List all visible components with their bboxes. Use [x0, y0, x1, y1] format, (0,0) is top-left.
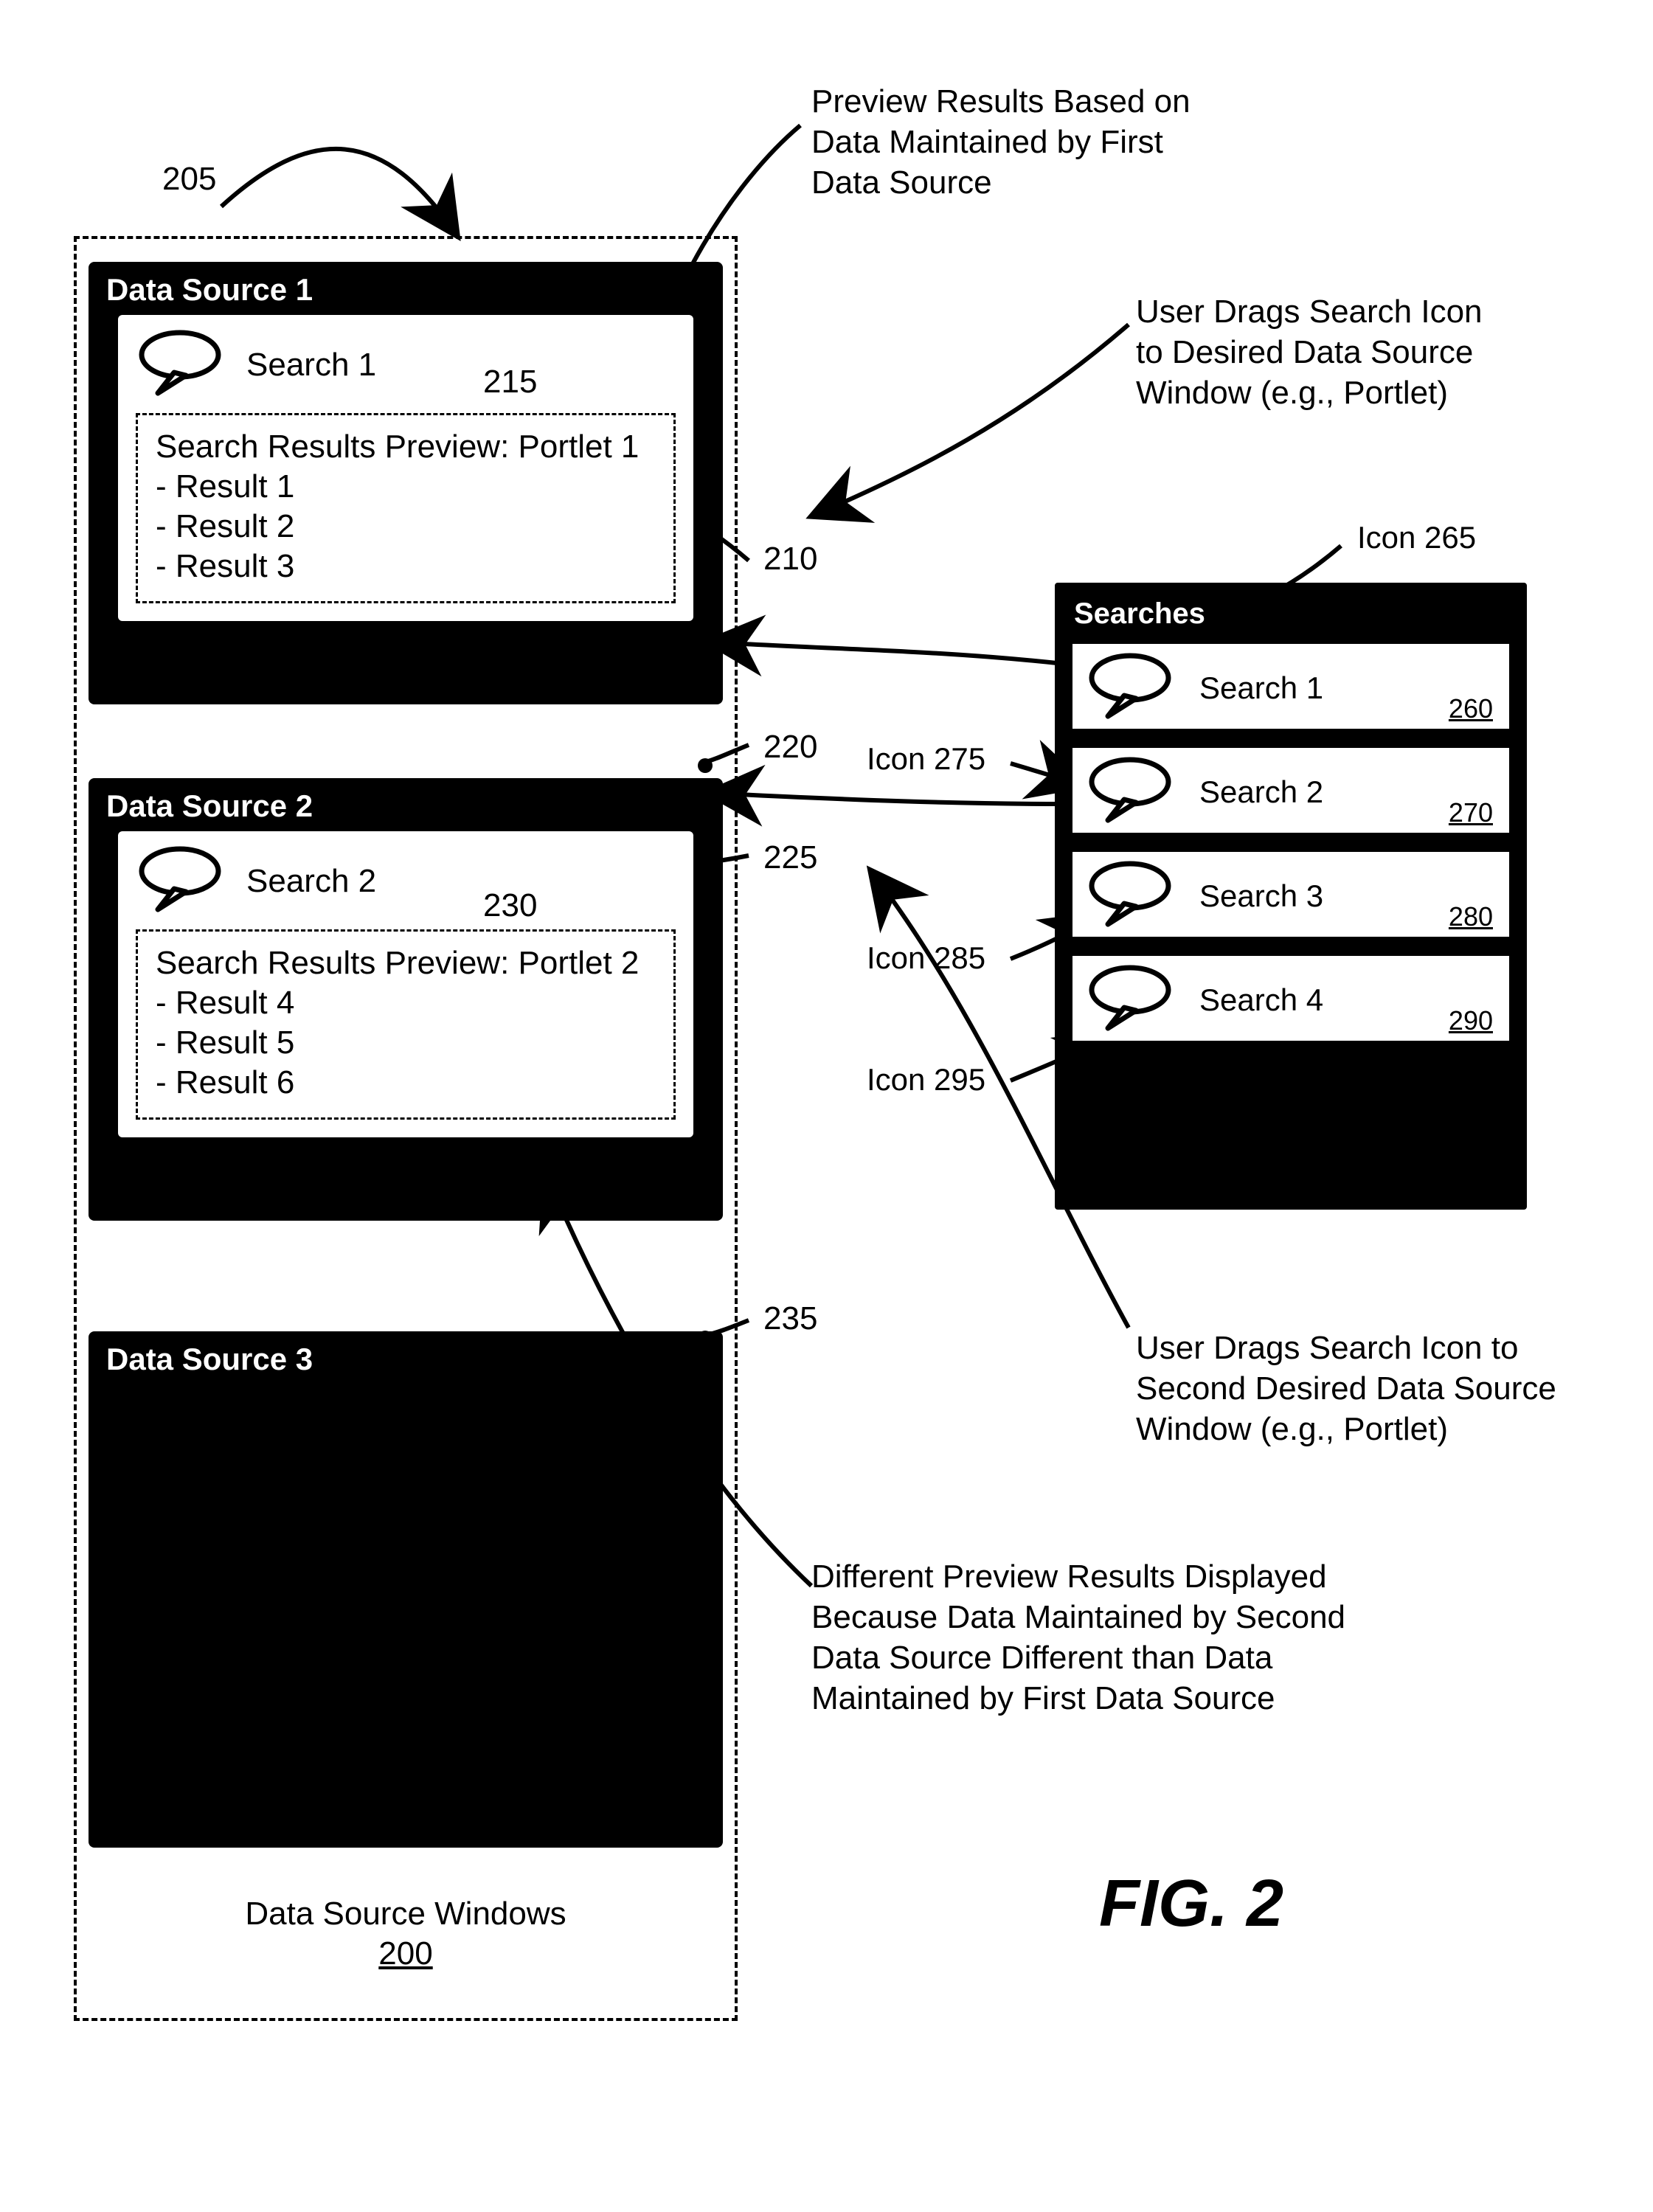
dsw-label-text: Data Source Windows: [221, 1896, 590, 1932]
figure-label: FIG. 2: [1099, 1866, 1283, 1942]
portlet-1-result-2: - Result 2: [156, 508, 656, 545]
ref-205: 205: [162, 159, 216, 199]
speech-bubble-icon: [1086, 653, 1182, 723]
portlet-2-result-3: - Result 6: [156, 1064, 656, 1101]
portlet-1-title: Data Source 1: [89, 262, 723, 315]
search-item-2-ref: 270: [1449, 797, 1493, 828]
ref-220: 220: [763, 727, 817, 767]
search-item-3-ref: 280: [1449, 901, 1493, 932]
callout-line: Different Preview Results Displayed: [811, 1556, 1345, 1597]
search-item-3[interactable]: Search 3 280: [1068, 847, 1514, 941]
dsw-ref: 200: [221, 1935, 590, 1972]
data-source-windows-label: Data Source Windows 200: [221, 1896, 590, 1972]
portlet-1-result-1: - Result 1: [156, 468, 656, 505]
search-item-4-label: Search 4: [1199, 982, 1323, 1018]
callout-drag-1: User Drags Search Icon to Desired Data S…: [1136, 291, 1483, 413]
portlet-2-preview-title: Search Results Preview: Portlet 2: [156, 945, 656, 982]
callout-line: Because Data Maintained by Second: [811, 1597, 1345, 1637]
ref-215: 215: [483, 361, 537, 402]
ref-230: 230: [483, 885, 537, 926]
speech-bubble-icon: [1086, 861, 1182, 931]
portlet-2-result-2: - Result 5: [156, 1024, 656, 1061]
searches-panel[interactable]: Searches Search 1 260 Search 2 270 Searc…: [1055, 583, 1527, 1210]
portlet-data-source-1[interactable]: Data Source 1 Search 1 Search Results Pr…: [89, 262, 723, 704]
speech-bubble-icon: [136, 330, 232, 400]
portlet-1-search-row: Search 1: [136, 330, 676, 400]
ref-dot: [698, 507, 713, 522]
icon-295-label: Icon 295: [867, 1062, 985, 1098]
callout-diff: Different Preview Results Displayed Beca…: [811, 1556, 1345, 1719]
icon-265-label: Icon 265: [1357, 520, 1476, 555]
portlet-data-source-2[interactable]: Data Source 2 Search 2 Search Results Pr…: [89, 778, 723, 1221]
speech-bubble-icon: [136, 846, 232, 916]
ref-210: 210: [763, 538, 817, 579]
callout-line: User Drags Search Icon: [1136, 291, 1483, 332]
portlet-1-preview-title: Search Results Preview: Portlet 1: [156, 429, 656, 465]
icon-285-label: Icon 285: [867, 940, 985, 976]
callout-line: User Drags Search Icon to: [1136, 1328, 1556, 1368]
portlet-2-title: Data Source 2: [89, 778, 723, 831]
callout-line: to Desired Data Source: [1136, 332, 1483, 372]
search-item-4[interactable]: Search 4 290: [1068, 951, 1514, 1045]
searches-title: Searches: [1062, 590, 1519, 639]
ref-235: 235: [763, 1298, 817, 1339]
search-item-1[interactable]: Search 1 260: [1068, 639, 1514, 733]
callout-line: Window (e.g., Portlet): [1136, 1409, 1556, 1449]
portlet-1-preview: Search Results Preview: Portlet 1 - Resu…: [136, 413, 676, 603]
search-item-2-label: Search 2: [1199, 774, 1323, 810]
portlet-2-body: Search 2 Search Results Preview: Portlet…: [118, 831, 693, 1137]
search-item-2[interactable]: Search 2 270: [1068, 743, 1514, 837]
portlet-1-body: Search 1 Search Results Preview: Portlet…: [118, 315, 693, 621]
portlet-2-search-row: Search 2: [136, 846, 676, 916]
portlet-2-preview: Search Results Preview: Portlet 2 - Resu…: [136, 929, 676, 1120]
callout-line: Data Source Different than Data: [811, 1637, 1345, 1678]
search-item-4-ref: 290: [1449, 1005, 1493, 1036]
search-item-1-ref: 260: [1449, 693, 1493, 724]
callout-line: Data Maintained by First: [811, 122, 1191, 162]
callout-line: Maintained by First Data Source: [811, 1678, 1345, 1719]
callout-line: Preview Results Based on: [811, 81, 1191, 122]
callout-line: Data Source: [811, 162, 1191, 203]
search-item-3-label: Search 3: [1199, 878, 1323, 914]
speech-bubble-icon: [1086, 757, 1182, 827]
speech-bubble-icon: [1086, 965, 1182, 1035]
callout-line: Window (e.g., Portlet): [1136, 372, 1483, 413]
search-item-1-label: Search 1: [1199, 670, 1323, 706]
ref-225: 225: [763, 837, 817, 878]
callout-first-preview: Preview Results Based on Data Maintained…: [811, 81, 1191, 203]
ref-dot: [698, 857, 713, 872]
callout-line: Second Desired Data Source: [1136, 1368, 1556, 1409]
portlet-2-result-1: - Result 4: [156, 985, 656, 1022]
portlet-data-source-3[interactable]: Data Source 3: [89, 1331, 723, 1848]
portlet-1-result-3: - Result 3: [156, 548, 656, 585]
portlet-1-search-label: Search 1: [246, 347, 376, 384]
ref-dot: [698, 1331, 713, 1345]
portlet-3-title: Data Source 3: [89, 1331, 723, 1384]
icon-275-label: Icon 275: [867, 741, 985, 777]
figure-page: Data Source 1 Search 1 Search Results Pr…: [0, 0, 1653, 2212]
ref-dot: [698, 758, 713, 773]
portlet-2-search-label: Search 2: [246, 863, 376, 900]
callout-drag-2: User Drags Search Icon to Second Desired…: [1136, 1328, 1556, 1449]
